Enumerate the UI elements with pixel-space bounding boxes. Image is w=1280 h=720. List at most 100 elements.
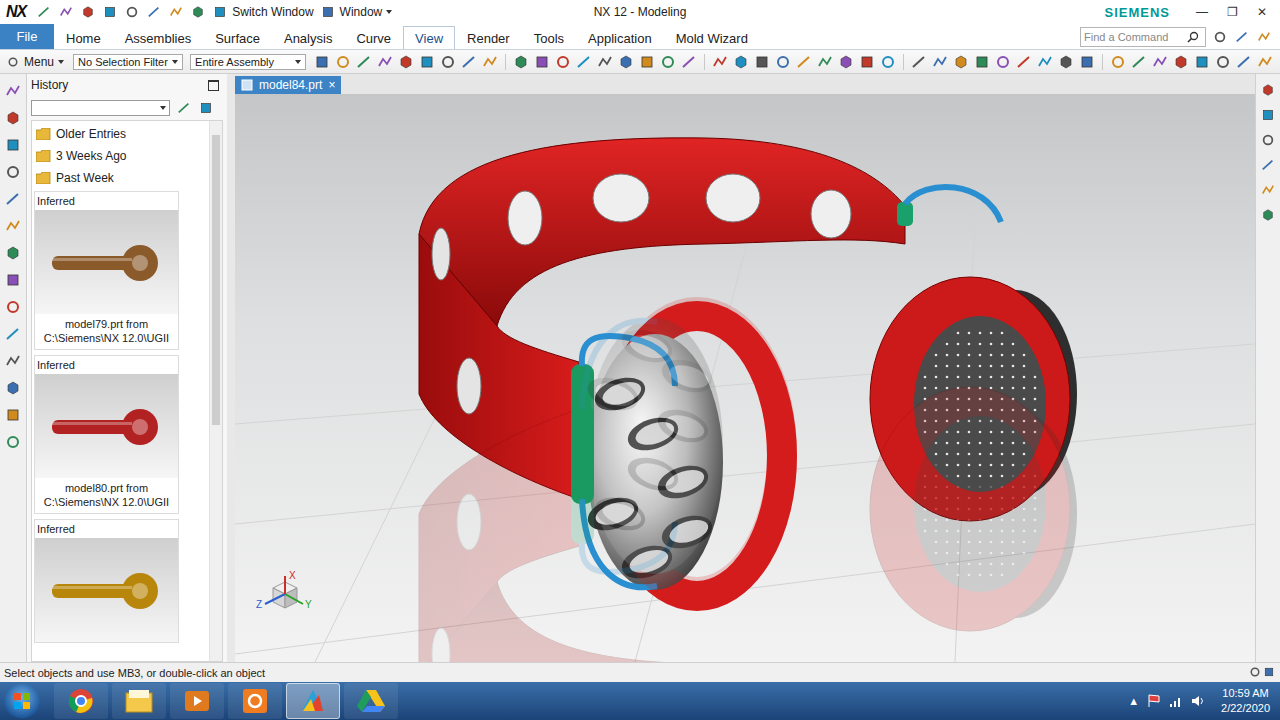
history-folder[interactable]: 3 Weeks Ago	[34, 145, 209, 167]
tool-icon[interactable]	[1193, 53, 1211, 71]
ribbon-tab[interactable]: View	[403, 26, 455, 49]
tool-icon[interactable]	[4, 406, 22, 424]
tool-icon[interactable]	[4, 244, 22, 262]
tool-icon[interactable]	[320, 4, 336, 20]
network-icon[interactable]	[1169, 694, 1183, 708]
tool-icon[interactable]	[397, 53, 415, 71]
taskbar-app[interactable]	[344, 683, 398, 719]
taskbar-app[interactable]	[112, 683, 166, 719]
ribbon-tab[interactable]: Analysis	[272, 26, 344, 49]
tool-icon[interactable]	[1130, 53, 1148, 71]
tool-icon[interactable]	[1260, 107, 1276, 123]
tool-icon[interactable]	[1151, 53, 1169, 71]
tool-icon[interactable]	[1235, 53, 1253, 71]
scrollbar[interactable]	[209, 121, 222, 661]
window-menu-button[interactable]: Window	[320, 4, 393, 20]
taskbar-app[interactable]	[170, 683, 224, 719]
document-tab[interactable]: model84.prt×	[235, 76, 341, 94]
tool-icon[interactable]	[190, 4, 206, 20]
tool-icon[interactable]	[711, 53, 729, 71]
tool-icon[interactable]	[1260, 132, 1276, 148]
tool-icon[interactable]	[102, 4, 118, 20]
tool-icon[interactable]	[6, 55, 20, 69]
filter-dropdown[interactable]: No Selection Filter	[73, 54, 183, 70]
tool-icon[interactable]	[4, 163, 22, 181]
tray-expand-button[interactable]: ▲	[1128, 695, 1139, 707]
tool-icon[interactable]	[879, 53, 897, 71]
tool-icon[interactable]	[198, 100, 214, 116]
command-search-input[interactable]	[1081, 31, 1187, 43]
tool-icon[interactable]	[4, 136, 22, 154]
tool-icon[interactable]	[212, 4, 228, 20]
tool-icon[interactable]	[481, 53, 499, 71]
search-icon[interactable]	[1187, 31, 1199, 43]
tool-icon[interactable]	[732, 53, 750, 71]
ribbon-tab[interactable]: Tools	[522, 26, 576, 49]
tool-icon[interactable]	[439, 53, 457, 71]
tool-icon[interactable]	[1256, 29, 1272, 45]
tool-icon[interactable]	[1260, 157, 1276, 173]
window-control-button[interactable]: ❐	[1220, 5, 1244, 19]
tool-icon[interactable]	[4, 109, 22, 127]
history-filter-combo[interactable]	[31, 100, 170, 116]
window-control-button[interactable]: ✕	[1250, 5, 1274, 19]
tool-icon[interactable]	[1260, 207, 1276, 223]
flag-icon[interactable]	[1147, 694, 1161, 708]
tool-icon[interactable]	[1212, 29, 1228, 45]
tool-icon[interactable]	[1256, 53, 1274, 71]
maximize-icon[interactable]	[208, 80, 219, 91]
history-card[interactable]: Inferredmodel80.prt fromC:\Siemens\NX 12…	[34, 355, 179, 514]
tool-icon[interactable]	[146, 4, 162, 20]
tool-icon[interactable]	[460, 53, 478, 71]
tool-icon[interactable]	[533, 53, 551, 71]
tool-icon[interactable]	[4, 298, 22, 316]
tool-icon[interactable]	[816, 53, 834, 71]
tool-icon[interactable]	[376, 53, 394, 71]
tool-icon[interactable]	[4, 271, 22, 289]
tool-icon[interactable]	[858, 53, 876, 71]
volume-icon[interactable]	[1191, 694, 1205, 708]
window-control-button[interactable]: —	[1190, 5, 1214, 19]
tool-icon[interactable]	[334, 53, 352, 71]
tool-icon[interactable]	[355, 53, 373, 71]
tool-icon[interactable]	[1260, 82, 1276, 98]
tool-icon[interactable]	[4, 190, 22, 208]
viewport[interactable]: ZXY	[235, 94, 1255, 662]
tool-icon[interactable]	[176, 100, 192, 116]
taskbar-app[interactable]	[228, 683, 282, 719]
history-card[interactable]: Inferred	[34, 519, 179, 643]
tool-icon[interactable]	[4, 379, 22, 397]
tool-icon[interactable]	[1036, 53, 1054, 71]
tool-icon[interactable]	[774, 53, 792, 71]
tool-icon[interactable]	[952, 53, 970, 71]
menu-button[interactable]: Menu	[6, 55, 70, 69]
ribbon-tab[interactable]: Assemblies	[113, 26, 203, 49]
tool-icon[interactable]	[1057, 53, 1075, 71]
tool-icon[interactable]	[617, 53, 635, 71]
tool-icon[interactable]	[575, 53, 593, 71]
ribbon-tab[interactable]: Surface	[203, 26, 272, 49]
tool-icon[interactable]	[1262, 665, 1276, 679]
tool-icon[interactable]	[1248, 665, 1262, 679]
taskbar-app[interactable]	[54, 683, 108, 719]
tool-icon[interactable]	[418, 53, 436, 71]
tool-icon[interactable]	[659, 53, 677, 71]
filter-dropdown[interactable]: Entire Assembly	[190, 54, 306, 70]
ribbon-tab[interactable]: Mold Wizard	[664, 26, 760, 49]
tool-icon[interactable]	[4, 217, 22, 235]
tool-icon[interactable]	[931, 53, 949, 71]
tool-icon[interactable]	[124, 4, 140, 20]
start-button[interactable]	[4, 684, 40, 718]
close-tab-button[interactable]: ×	[328, 78, 335, 92]
tool-icon[interactable]	[58, 4, 74, 20]
tool-icon[interactable]	[1015, 53, 1033, 71]
taskbar-app[interactable]	[286, 683, 340, 719]
tool-icon[interactable]	[837, 53, 855, 71]
tool-icon[interactable]	[1214, 53, 1232, 71]
clock[interactable]: 10:59 AM2/22/2020	[1221, 686, 1270, 716]
tool-icon[interactable]	[994, 53, 1012, 71]
tool-icon[interactable]	[795, 53, 813, 71]
switch-window-button[interactable]: Switch Window	[212, 4, 313, 20]
tool-icon[interactable]	[80, 4, 96, 20]
tool-icon[interactable]	[1260, 182, 1276, 198]
